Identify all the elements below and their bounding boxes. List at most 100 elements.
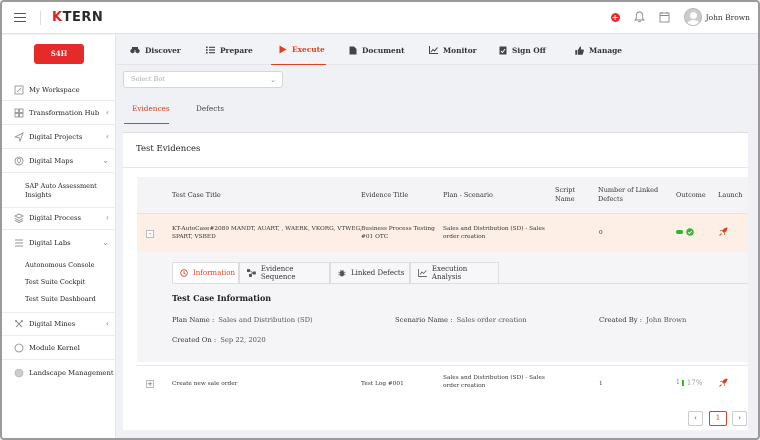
card-divider — [123, 167, 748, 168]
sidebar-item-my-workspace[interactable]: My Workspace — [2, 79, 115, 101]
collapse-row-button[interactable]: - — [146, 230, 154, 238]
outcome-percent: 17% — [686, 379, 703, 387]
row-scenario-line2: order creation — [443, 234, 486, 240]
row-scenario-line1: Sales and Distribution (SD) - Sales — [443, 226, 545, 232]
sidebar-item-transformation-hub[interactable]: Transformation Hub ‹ — [2, 102, 115, 125]
hamburger-menu-icon[interactable] — [14, 13, 26, 22]
globe-icon — [14, 368, 24, 377]
history-icon — [180, 269, 188, 277]
tab-defects[interactable]: Defects — [196, 104, 224, 124]
row-linked-defects: 0 — [599, 230, 603, 236]
sidebar-item-landscape-management[interactable]: Landscape Management — [2, 361, 115, 384]
tab-label: Document — [362, 45, 405, 55]
bell-icon[interactable] — [633, 11, 645, 23]
sidebar-item-label: Module Kernel — [29, 344, 80, 352]
user-avatar[interactable] — [683, 8, 702, 26]
signoff-icon — [499, 46, 507, 54]
outcome-progress-bar — [681, 380, 684, 386]
row-title-line2: SPART, VSBED — [172, 234, 216, 240]
tab-sign-off[interactable]: Sign Off — [499, 35, 546, 65]
binoculars-icon — [130, 47, 140, 54]
sidebar-item-module-kernel[interactable]: Module Kernel — [2, 337, 115, 360]
table-row[interactable]: - KT-AutoCase#2089 MANDT, AUART, , WAERK… — [137, 214, 748, 252]
tab-execution-analysis[interactable]: Execution Analysis — [410, 262, 499, 283]
row-evidence-title: Test Log #001 — [361, 381, 404, 387]
row-evidence-line1: Business Process Testing — [361, 226, 435, 232]
sidebar-item-digital-labs[interactable]: Digital Labs ⌄ — [2, 231, 115, 254]
plan-name-value: Sales and Distribution (SD) — [218, 316, 313, 324]
sidebar-item-label: Digital Maps — [29, 157, 74, 165]
grid-icon — [14, 108, 24, 118]
sidebar-item-label: Digital Mines — [29, 320, 76, 328]
col-test-case-title: Test Case Title — [172, 191, 221, 199]
card-title: Test Evidences — [136, 144, 201, 154]
tab-evidences[interactable]: Evidences — [124, 104, 170, 124]
created-on-value: Sep 22, 2020 — [220, 336, 266, 344]
sidebar-item-digital-projects[interactable]: Digital Projects ‹ — [2, 126, 115, 149]
check-circle-icon — [686, 228, 694, 236]
pagination-next-button[interactable]: › — [732, 411, 747, 426]
document-icon — [349, 46, 357, 54]
table-row[interactable]: + Create new sale order Test Log #001 Sa… — [137, 365, 748, 401]
sidebar-subitem-autonomous-console[interactable]: Autonomous Console — [25, 261, 94, 270]
sidebar-subitem-test-suite-cockpit[interactable]: Test Suite Cockpit — [25, 278, 85, 287]
sidebar-item-digital-process[interactable]: Digital Process ‹ — [2, 207, 115, 230]
add-icon[interactable]: + — [610, 12, 620, 22]
logo-divider — [40, 11, 41, 25]
rocket-launch-icon[interactable] — [719, 378, 728, 387]
col-script-name-line1: Script — [555, 186, 576, 194]
row-test-case-title: KT-AutoCase#2089 MANDT, AUART, , WAERK, … — [172, 225, 362, 241]
tab-label: Linked Defects — [351, 269, 405, 277]
process-icon — [14, 213, 24, 223]
select-bot-dropdown[interactable]: Select Bot ⌄ — [123, 71, 283, 88]
row-scenario-line1: Sales and Distribution (SD) - Sales — [443, 375, 545, 381]
bug-icon — [338, 269, 346, 277]
logo-text: TERN — [62, 10, 104, 25]
tab-monitor[interactable]: Monitor — [429, 35, 477, 65]
rocket-launch-icon[interactable] — [719, 227, 728, 236]
sidebar: S4H My Workspace Transformation Hub ‹ Di… — [2, 35, 116, 438]
chevron-down-icon: ⌄ — [102, 237, 109, 247]
col-linked-defects: Number of Linked Defects — [598, 186, 658, 204]
app-window: KTERN + John Brown S4H My Workspace Tran… — [0, 0, 760, 440]
calendar-icon[interactable] — [659, 11, 670, 23]
chevron-left-icon: ‹ — [105, 108, 109, 117]
tab-evidence-sequence[interactable]: Evidence Sequence — [239, 262, 330, 283]
main-tabs: Discover Prepare Execute Document Monito… — [117, 35, 758, 65]
tab-document[interactable]: Document — [349, 35, 405, 65]
sidebar-subitem-label: Insights — [25, 191, 52, 199]
kernel-icon — [14, 343, 24, 353]
s4h-badge-button[interactable]: S4H — [34, 44, 84, 64]
user-name[interactable]: John Brown — [706, 13, 750, 22]
sidebar-subitem-test-suite-dashboard[interactable]: Test Suite Dashboard — [25, 295, 96, 304]
workspace-icon — [14, 85, 24, 94]
col-plan-scenario: Plan - Scenario — [443, 191, 493, 199]
select-bot-placeholder: Select Bot — [131, 75, 165, 83]
outcome-bar — [676, 230, 683, 234]
scenario-name-label: Scenario Name : — [395, 316, 453, 324]
plan-name-label: Plan Name : — [172, 316, 215, 324]
tab-information[interactable]: Information — [172, 262, 239, 283]
tab-manage[interactable]: Manage — [575, 35, 622, 65]
pagination-prev-button[interactable]: ‹ — [688, 411, 703, 426]
pagination-page-1[interactable]: 1 — [709, 411, 727, 426]
tab-label: Monitor — [443, 45, 477, 55]
tab-execute[interactable]: Execute — [271, 35, 326, 65]
row-detail-panel: Information Evidence Sequence Linked Def… — [137, 252, 748, 362]
sidebar-item-label: Landscape Management — [29, 368, 114, 377]
tab-linked-defects[interactable]: Linked Defects — [330, 262, 410, 283]
tab-discover[interactable]: Discover — [130, 35, 181, 65]
row-title-line1: KT-AutoCase#2089 MANDT, AUART, , WAERK, … — [172, 226, 362, 232]
row-evidence-line2: #01 OTC — [361, 234, 389, 240]
sidebar-subitem-sap-auto-assessment[interactable]: SAP Auto Assessment Insights — [25, 182, 97, 200]
header-actions: + John Brown — [610, 8, 750, 26]
ktern-logo[interactable]: KTERN — [52, 10, 103, 25]
expand-row-button[interactable]: + — [146, 380, 154, 388]
sidebar-item-digital-maps[interactable]: Digital Maps ⌄ — [2, 150, 115, 173]
sidebar-item-digital-mines[interactable]: Digital Mines ‹ — [2, 313, 115, 336]
tab-prepare[interactable]: Prepare — [206, 35, 253, 65]
sidebar-item-label: Digital Process — [29, 214, 81, 222]
col-script-name: Script Name — [555, 186, 575, 204]
tools-icon — [15, 320, 23, 328]
created-on-label: Created On : — [172, 336, 217, 344]
